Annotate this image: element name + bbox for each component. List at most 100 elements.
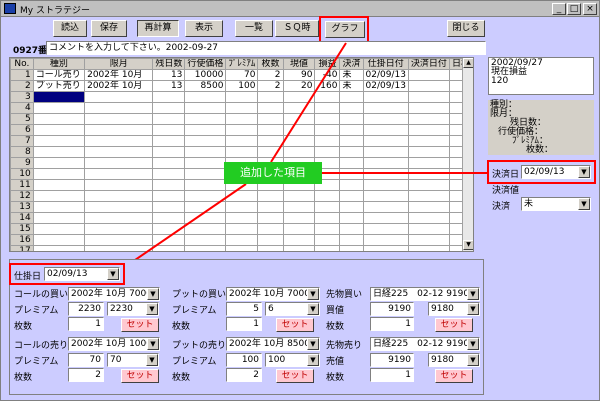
grid-cell[interactable] [184,102,227,114]
grid-cell[interactable] [152,190,186,202]
grid-cell[interactable]: 2002年 10月 [84,69,154,81]
table-row[interactable]: 6 [10,124,473,136]
grid-cell[interactable]: 2002年 10月 [84,80,154,92]
grid-cell[interactable] [184,135,227,147]
grid-cell[interactable] [314,223,341,235]
grid-cell[interactable] [407,124,450,136]
grid-cell[interactable] [84,135,154,147]
call-buy-qty-input[interactable]: 1 [68,317,104,331]
grid-cell[interactable] [152,201,186,213]
grid-cell[interactable] [184,245,227,251]
grid-cell[interactable] [407,113,450,125]
save-button[interactable]: 保存 [91,20,127,37]
grid-cell[interactable] [407,245,450,251]
futures-sell-qty-input[interactable]: 1 [370,368,414,382]
grid-cell[interactable]: 90 [282,69,316,81]
grid-cell[interactable] [152,157,186,169]
call-buy-prem-select[interactable]: 2230 ▼ [107,302,159,316]
close-icon[interactable]: × [583,3,597,15]
grid-cell[interactable] [225,223,259,235]
chevron-down-icon[interactable]: ▼ [467,354,479,366]
chevron-down-icon[interactable]: ▼ [107,268,119,280]
grid-cell[interactable] [32,146,86,158]
grid-cell[interactable] [282,146,316,158]
futures-buy-month-select[interactable]: 日経225 02-12 9190 ▼ [370,287,480,301]
grid-scrollbar[interactable]: ▲ ▼ [462,58,473,251]
grid-cell[interactable] [184,223,227,235]
call-buy-prem-input[interactable]: 2230 [68,302,104,316]
grid-cell[interactable] [339,91,364,103]
grid-cell[interactable] [282,201,316,213]
grid-cell[interactable] [257,223,284,235]
grid-cell[interactable] [257,91,284,103]
entry-date-select[interactable]: 02/09/13 ▼ [44,267,120,281]
grid-cell[interactable] [32,91,86,103]
chevron-down-icon[interactable]: ▼ [307,303,319,315]
grid-cell[interactable]: 13 [152,69,186,81]
grid-cell[interactable] [84,146,154,158]
put-sell-month-select[interactable]: 2002年 10月 8500 ▼ [226,337,320,351]
list-button[interactable]: 一覧 [235,20,273,37]
grid-cell[interactable] [225,234,259,246]
grid-cell[interactable] [84,124,154,136]
grid-cell[interactable] [407,102,450,114]
grid-cell[interactable]: 13 [152,80,186,92]
grid-cell[interactable]: 70 [225,69,259,81]
grid-cell[interactable] [184,157,227,169]
grid-cell[interactable] [362,146,409,158]
grid-cell[interactable] [407,80,450,92]
grid-cell[interactable] [282,91,316,103]
grid-cell[interactable] [84,91,154,103]
grid-cell[interactable] [339,223,364,235]
grid-cell[interactable]: コール売り [32,69,86,81]
grid-cell[interactable] [32,135,86,147]
grid-cell[interactable] [362,245,409,251]
grid-cell[interactable] [32,124,86,136]
comment-input[interactable]: コメントを入力して下さい。2002-09-27 [46,41,486,55]
grid-cell[interactable] [314,245,341,251]
grid-cell[interactable]: 20 [282,80,316,92]
put-sell-set-button[interactable]: セット [276,369,314,383]
grid-cell[interactable] [152,113,186,125]
grid-cell[interactable] [282,245,316,251]
grid-cell[interactable] [362,91,409,103]
grid-cell[interactable]: 未 [339,80,364,92]
grid-cell[interactable] [282,234,316,246]
grid-cell[interactable] [314,190,341,202]
grid-cell[interactable] [339,234,364,246]
call-buy-set-button[interactable]: セット [121,318,159,332]
grid-cell[interactable]: 160 [314,80,341,92]
grid-cell[interactable] [225,146,259,158]
table-row[interactable]: 13 [10,201,473,213]
chevron-down-icon[interactable]: ▼ [578,166,590,178]
grid-cell[interactable] [184,201,227,213]
grid-cell[interactable] [339,179,364,191]
minimize-icon[interactable]: _ [552,3,566,15]
grid-cell[interactable] [314,135,341,147]
grid-cell[interactable] [257,102,284,114]
grid-cell[interactable] [339,245,364,251]
grid-cell[interactable] [407,223,450,235]
chevron-down-icon[interactable]: ▼ [307,288,319,300]
grid-cell[interactable] [84,157,154,169]
grid-cell[interactable] [225,135,259,147]
put-buy-set-button[interactable]: セット [276,318,314,332]
grid-cell[interactable] [152,135,186,147]
scroll-up-icon[interactable]: ▲ [463,58,473,68]
settle-date-select[interactable]: 02/09/13 ▼ [521,165,591,179]
grid-cell[interactable] [152,124,186,136]
grid-cell[interactable] [362,102,409,114]
table-row[interactable]: 15 [10,223,473,235]
maximize-icon[interactable]: □ [567,3,581,15]
chevron-down-icon[interactable]: ▼ [467,338,479,350]
grid-cell[interactable]: 2 [257,80,284,92]
grid-cell[interactable] [362,212,409,224]
grid-cell[interactable] [339,201,364,213]
grid-cell[interactable] [362,201,409,213]
chevron-down-icon[interactable]: ▼ [307,354,319,366]
put-buy-prem-input[interactable]: 5 [226,302,262,316]
grid-cell[interactable] [225,113,259,125]
load-button[interactable]: 読込 [53,20,87,37]
table-row[interactable]: 8 [10,146,473,158]
grid-cell[interactable] [362,179,409,191]
